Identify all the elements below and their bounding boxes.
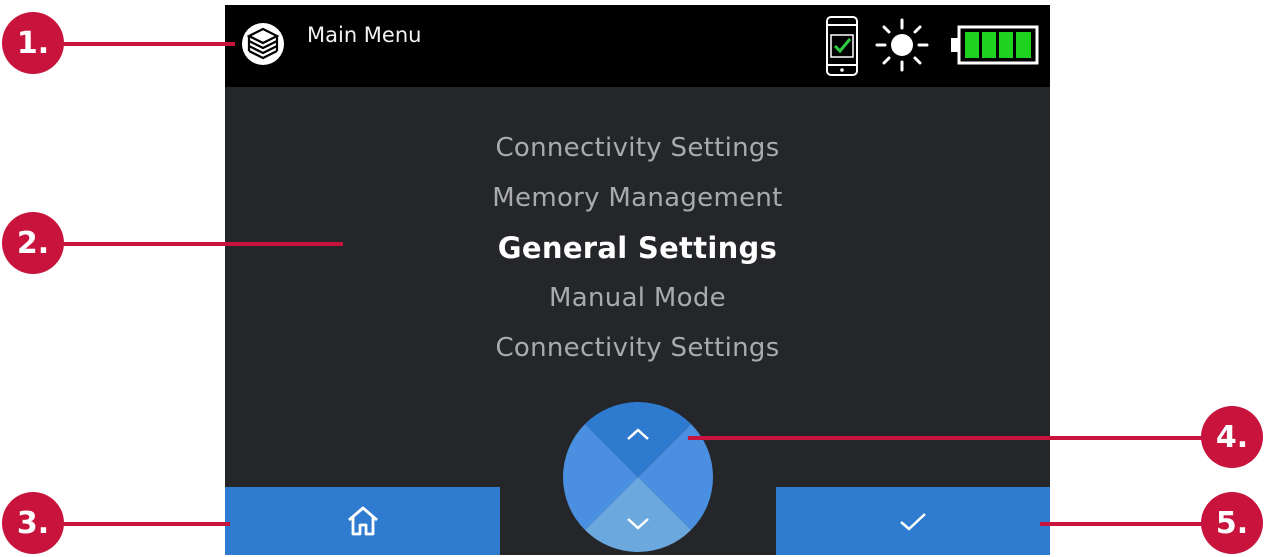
screen-title: Main Menu — [307, 23, 422, 47]
app-logo-icon — [242, 23, 284, 65]
home-button[interactable] — [225, 487, 500, 555]
device-screen: Main Menu Connectivity Settings Memory M… — [225, 5, 1050, 555]
battery-full-icon — [951, 25, 1039, 65]
menu-item-connectivity-settings-2[interactable]: Connectivity Settings — [225, 323, 1050, 373]
menu-list: Connectivity Settings Memory Management … — [225, 123, 1050, 373]
dpad — [563, 402, 713, 552]
brightness-icon — [875, 18, 929, 72]
home-icon — [347, 506, 378, 536]
callout-line-4 — [688, 436, 1208, 440]
callout-2: 2. — [2, 212, 64, 274]
menu-item-connectivity-settings[interactable]: Connectivity Settings — [225, 123, 1050, 173]
confirm-button[interactable] — [776, 487, 1050, 555]
check-icon — [900, 513, 926, 531]
callout-5: 5. — [1201, 492, 1263, 554]
callout-line-2 — [58, 242, 343, 246]
callout-4: 4. — [1201, 406, 1263, 468]
menu-item-manual-mode[interactable]: Manual Mode — [225, 273, 1050, 323]
callout-1: 1. — [2, 12, 64, 74]
callout-line-3 — [58, 522, 230, 526]
callout-3: 3. — [2, 492, 64, 554]
callout-line-1 — [58, 42, 235, 46]
phone-connected-icon — [826, 16, 858, 76]
callout-line-5 — [1040, 522, 1208, 526]
menu-item-general-settings[interactable]: General Settings — [225, 223, 1050, 273]
status-bar: Main Menu — [225, 5, 1050, 87]
menu-item-memory-management[interactable]: Memory Management — [225, 173, 1050, 223]
